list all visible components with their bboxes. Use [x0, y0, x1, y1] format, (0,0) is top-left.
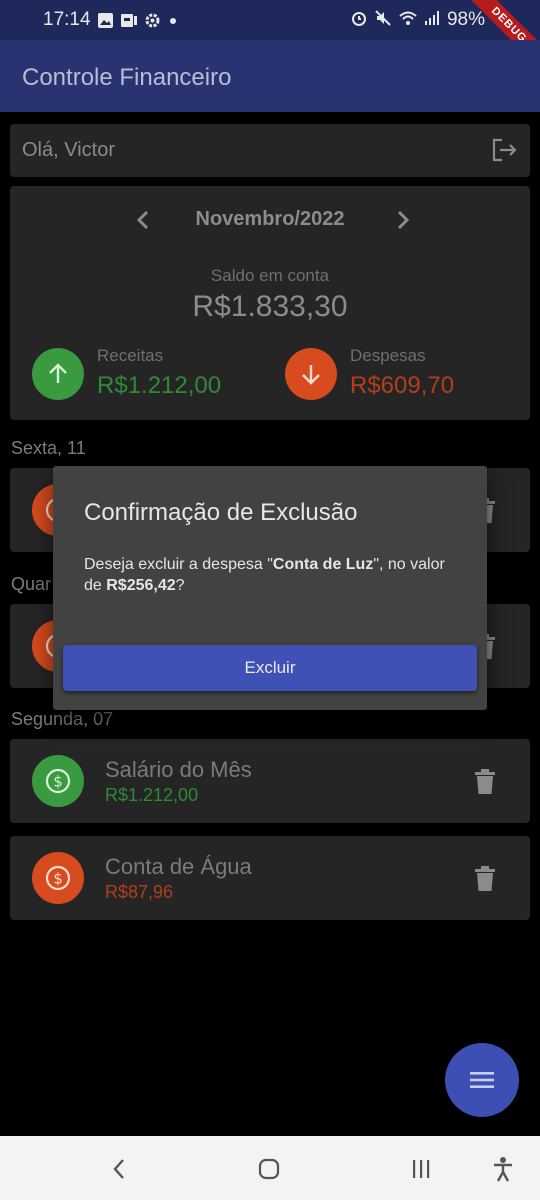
dialog-message-prefix: Deseja excluir a despesa ": [84, 556, 273, 573]
recents-icon: [413, 1160, 430, 1178]
nav-home-button[interactable]: [254, 1154, 284, 1184]
settings-icon: [145, 13, 160, 28]
slides-icon: [121, 14, 137, 27]
status-time: 17:14: [43, 9, 91, 30]
status-right-icons: [350, 9, 440, 27]
signal-icon: [425, 11, 439, 25]
nav-recents-button[interactable]: [406, 1154, 436, 1184]
accessibility-icon: [494, 1157, 512, 1182]
delete-confirmation-dialog: Confirmação de Exclusão Deseja excluir a…: [53, 466, 487, 710]
dialog-message-suffix: ?: [175, 577, 185, 594]
alarm-icon: [352, 12, 366, 26]
nav-accessibility-button[interactable]: [488, 1154, 518, 1184]
back-icon: [113, 1159, 124, 1179]
menu-fab[interactable]: [445, 1043, 519, 1117]
dialog-title: Confirmação de Exclusão: [84, 499, 358, 526]
status-left-icons: [97, 9, 179, 29]
delete-confirm-button[interactable]: Excluir: [63, 645, 477, 691]
dialog-item-name: Conta de Luz: [272, 556, 374, 573]
status-bar: 17:14 98% DEBUG: [0, 0, 540, 78]
home-icon: [258, 1158, 280, 1180]
mute-icon: [375, 10, 391, 26]
dialog-item-value: R$256,42: [106, 577, 176, 594]
dialog-message: Deseja excluir a despesa "Conta de Luz",…: [84, 554, 464, 596]
battery-level: 98%: [446, 9, 485, 30]
menu-icon: [470, 1072, 494, 1088]
nav-back-button[interactable]: [104, 1154, 134, 1184]
system-nav-bar: [0, 1136, 540, 1200]
image-icon: [98, 13, 113, 28]
dot-icon: [170, 18, 176, 24]
wifi-icon: [399, 11, 417, 25]
